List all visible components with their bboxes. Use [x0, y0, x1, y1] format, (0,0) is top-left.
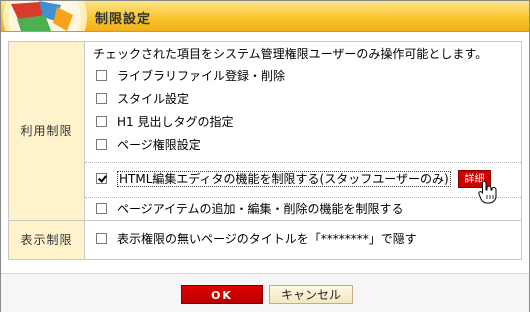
page-permission-label: ページ権限設定 — [117, 138, 201, 152]
html-editor-checkbox[interactable] — [96, 173, 107, 184]
style-settings-checkbox[interactable] — [96, 93, 107, 104]
option-page-permission[interactable]: ページ権限設定 — [96, 137, 201, 154]
display-restriction-label: 表示制限 — [8, 219, 85, 261]
hide-title-checkbox[interactable] — [96, 232, 107, 244]
html-editor-label: HTML編集エディタの機能を制限する(スタッフユーザーのみ) — [117, 171, 451, 187]
dialog-title: 制限設定 — [95, 12, 152, 27]
ok-button[interactable]: OK — [181, 285, 263, 304]
html-editor-group: HTML編集エディタの機能を制限する(スタッフユーザーのみ) 詳細 — [85, 163, 521, 204]
display-restriction-cell: 表示権限の無いページのタイトルを「********」で隠す — [84, 219, 522, 261]
restriction-settings-dialog: 制限設定 利用制限 チェックされた項目をシステム管理権限ユーザーのみ操作可能とし… — [0, 0, 530, 312]
style-settings-label: スタイル設定 — [117, 92, 190, 106]
option-html-editor[interactable]: HTML編集エディタの機能を制限する(スタッフユーザーのみ) — [96, 171, 451, 188]
app-logo-icon — [1, 1, 87, 31]
page-item-group: ページアイテムの追加・編集・削除の機能を制限する — [85, 198, 521, 219]
option-library-file[interactable]: ライブラリファイル登録・削除 — [96, 68, 285, 85]
usage-restriction-cell: チェックされた項目をシステム管理権限ユーザーのみ操作可能とします。 ライブラリフ… — [84, 41, 522, 221]
option-group: チェックされた項目をシステム管理権限ユーザーのみ操作可能とします。 ライブラリフ… — [85, 42, 521, 163]
button-bar: OK キャンセル — [1, 273, 529, 312]
option-page-item[interactable]: ページアイテムの追加・編集・削除の機能を制限する — [96, 201, 404, 218]
hide-title-label: 表示権限の無いページのタイトルを「********」で隠す — [117, 231, 417, 246]
option-style-settings[interactable]: スタイル設定 — [96, 91, 189, 108]
description-text: チェックされた項目をシステム管理権限ユーザーのみ操作可能とします。 — [93, 47, 488, 61]
page-permission-checkbox[interactable] — [96, 139, 107, 150]
h1-tag-checkbox[interactable] — [96, 116, 107, 127]
settings-table: 利用制限 チェックされた項目をシステム管理権限ユーザーのみ操作可能とします。 ラ… — [8, 41, 522, 261]
cancel-button[interactable]: キャンセル — [269, 285, 353, 304]
h1-tag-label: H1 見出しタグの指定 — [117, 115, 234, 129]
library-file-label: ライブラリファイル登録・削除 — [117, 69, 286, 83]
usage-restriction-label: 利用制限 — [8, 41, 85, 221]
option-hide-title[interactable]: 表示権限の無いページのタイトルを「********」で隠す — [96, 231, 417, 248]
page-item-label: ページアイテムの追加・編集・削除の機能を制限する — [117, 202, 404, 216]
library-file-checkbox[interactable] — [96, 70, 107, 81]
page-item-checkbox[interactable] — [96, 203, 107, 214]
option-h1-tag[interactable]: H1 見出しタグの指定 — [96, 114, 233, 131]
title-bar: 制限設定 — [1, 1, 529, 32]
